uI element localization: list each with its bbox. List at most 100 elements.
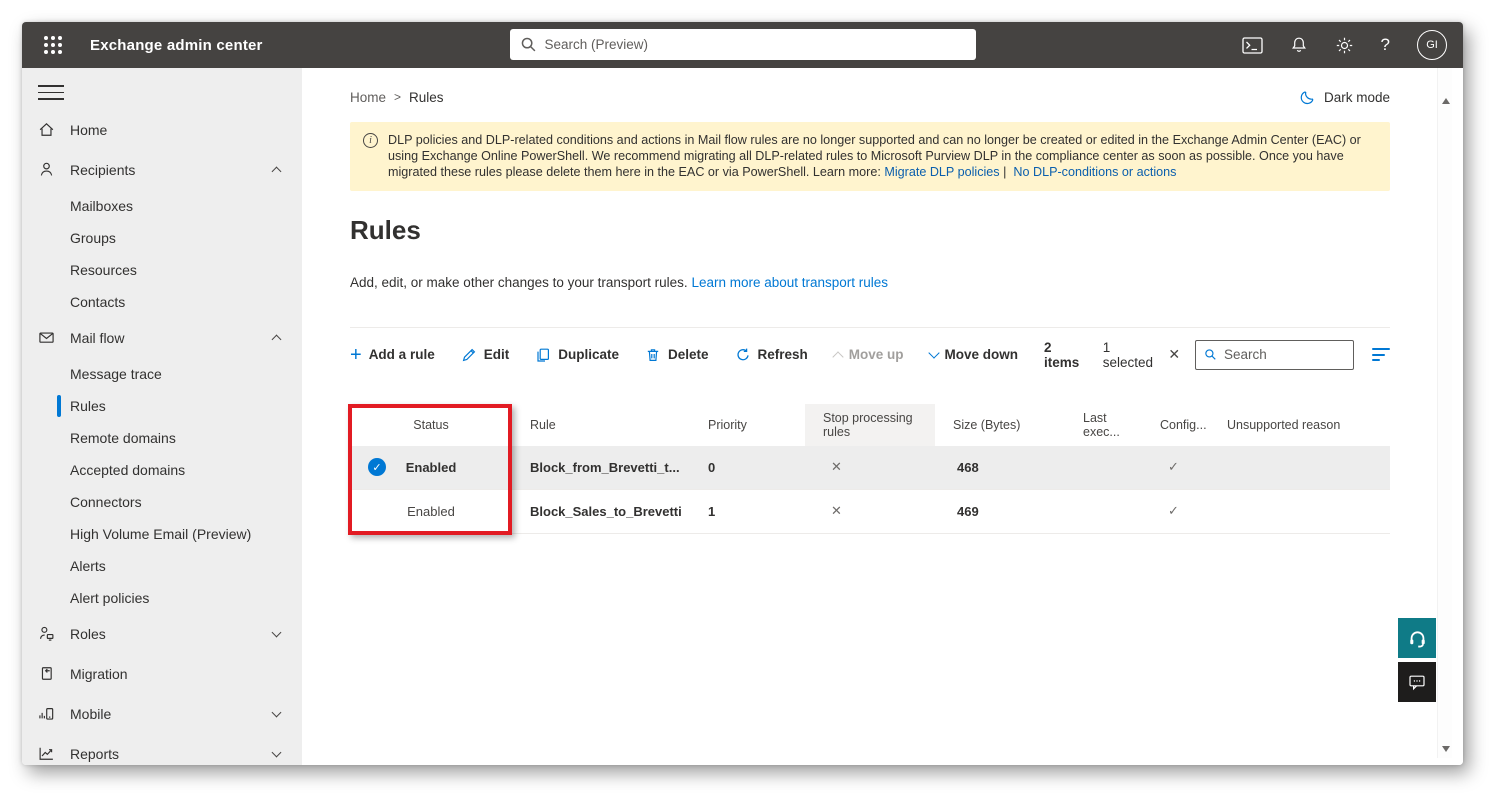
column-header-size[interactable]: Size (Bytes) (935, 418, 1065, 432)
column-header-rule[interactable]: Rule (512, 418, 690, 432)
global-search-input[interactable] (544, 37, 966, 52)
edit-pencil-icon (462, 348, 475, 361)
mobile-icon (39, 708, 54, 720)
edit-button[interactable]: Edit (461, 347, 509, 363)
rule-name[interactable]: Block_Sales_to_Brevetti (512, 504, 690, 519)
app-window: Exchange admin center ? GI Home (22, 22, 1463, 765)
scroll-down-arrow[interactable] (1441, 746, 1450, 752)
add-rule-button[interactable]: + Add a rule (350, 343, 435, 366)
dark-mode-toggle[interactable]: Dark mode (1299, 89, 1390, 106)
chevron-up-icon (832, 350, 844, 363)
topbar-actions: ? GI (1241, 30, 1447, 60)
sidebar-item-high-volume-email[interactable]: High Volume Email (Preview) (22, 518, 302, 550)
sidebar-item-alerts[interactable]: Alerts (22, 550, 302, 582)
cross-icon: ✕ (831, 503, 842, 519)
sidebar-item-mobile[interactable]: Mobile (22, 694, 302, 734)
global-search[interactable] (509, 29, 976, 60)
help-support-button[interactable] (1398, 618, 1436, 658)
priority-value: 1 (708, 503, 716, 519)
chevron-down-icon (271, 707, 282, 718)
sidebar-item-remote-domains[interactable]: Remote domains (22, 422, 302, 454)
info-icon: i (363, 133, 378, 148)
sidebar-item-migration[interactable]: Migration (22, 654, 302, 694)
chevron-down-icon (927, 346, 940, 359)
delete-button[interactable]: Delete (645, 347, 709, 363)
check-icon: ✓ (1168, 503, 1179, 519)
sidebar-item-connectors[interactable]: Connectors (22, 486, 302, 518)
duplicate-button[interactable]: Duplicate (535, 347, 619, 363)
sidebar-item-groups[interactable]: Groups (22, 222, 302, 254)
table-row[interactable]: Enabled Block_Sales_to_Brevetti 1 ✕ 469 … (350, 490, 1390, 534)
sidebar-item-message-trace[interactable]: Message trace (22, 358, 302, 390)
priority-value: 0 (708, 459, 716, 475)
sidebar-item-resources[interactable]: Resources (22, 254, 302, 286)
column-header-last-exec[interactable]: Last exec... (1065, 411, 1142, 439)
search-icon (1205, 349, 1216, 360)
sidebar-item-roles[interactable]: Roles (22, 614, 302, 654)
sidebar-item-reports[interactable]: Reports (22, 734, 302, 765)
table-header-row: Status Rule Priority Stop processing rul… (350, 403, 1390, 446)
chevron-up-icon (271, 166, 282, 177)
home-icon (39, 123, 54, 137)
rule-name[interactable]: Block_from_Brevetti_t... (512, 460, 690, 475)
headset-icon (1409, 630, 1425, 647)
sidebar-item-rules[interactable]: Rules (22, 390, 302, 422)
search-icon (521, 37, 535, 52)
sidebar-item-accepted-domains[interactable]: Accepted domains (22, 454, 302, 486)
sidebar-item-mailboxes[interactable]: Mailboxes (22, 190, 302, 222)
column-header-status[interactable]: Status (350, 418, 512, 432)
table-row[interactable]: ✓ Enabled Block_from_Brevetti_t... 0 ✕ 4… (350, 445, 1390, 490)
clear-selection-icon[interactable]: ✕ (1168, 346, 1180, 363)
migrate-dlp-policies-link[interactable]: Migrate DLP policies (884, 165, 999, 179)
powershell-icon[interactable] (1241, 36, 1263, 54)
duplicate-copy-icon (537, 348, 550, 362)
move-down-button[interactable]: Move down (927, 346, 1018, 362)
vertical-scrollbar[interactable] (1437, 68, 1452, 758)
settings-gear-icon[interactable] (1335, 36, 1354, 55)
notifications-bell-icon[interactable] (1290, 36, 1308, 54)
status-value: Enabled (407, 503, 455, 519)
sidebar-item-alert-policies[interactable]: Alert policies (22, 582, 302, 614)
hamburger-menu-icon[interactable] (38, 85, 64, 100)
table-search-input[interactable] (1223, 347, 1346, 363)
account-avatar[interactable]: GI (1417, 30, 1447, 60)
check-icon: ✓ (1168, 459, 1179, 475)
dlp-warning-banner: i DLP policies and DLP-related condition… (350, 122, 1390, 191)
column-header-stop-processing[interactable]: Stop processing rules (805, 403, 935, 446)
row-selected-check-icon[interactable]: ✓ (368, 458, 386, 477)
app-launcher-waffle-icon[interactable] (44, 36, 62, 54)
filter-icon[interactable] (1372, 348, 1391, 362)
column-header-config[interactable]: Config... (1142, 418, 1209, 432)
top-bar: Exchange admin center ? GI (22, 22, 1463, 68)
delete-trash-icon (647, 348, 659, 361)
items-count: 2 items (1044, 339, 1080, 370)
table-search[interactable] (1195, 339, 1355, 370)
move-up-button[interactable]: Move up (832, 347, 904, 363)
plus-icon: + (350, 343, 362, 366)
breadcrumb-separator: > (394, 90, 402, 104)
help-question-icon[interactable]: ? (1381, 35, 1390, 55)
refresh-icon (736, 348, 749, 360)
breadcrumb-home[interactable]: Home (350, 90, 386, 105)
column-header-unsupported-reason[interactable]: Unsupported reason (1209, 418, 1390, 432)
sidebar-item-home[interactable]: Home (22, 110, 302, 150)
feedback-comment-icon (1409, 675, 1425, 691)
rules-toolbar: + Add a rule Edit Duplicate Delete Refres… (350, 326, 1391, 370)
sidebar-item-contacts[interactable]: Contacts (22, 286, 302, 318)
reports-icon (39, 748, 53, 761)
refresh-button[interactable]: Refresh (735, 347, 808, 363)
app-title: Exchange admin center (90, 36, 263, 54)
size-bytes-value: 469 (957, 503, 979, 519)
column-header-priority[interactable]: Priority (690, 418, 805, 432)
sidebar-item-recipients[interactable]: Recipients (22, 150, 302, 190)
feedback-button[interactable] (1398, 662, 1436, 702)
sidebar-item-mail-flow[interactable]: Mail flow (22, 318, 302, 358)
scroll-up-arrow[interactable] (1441, 98, 1450, 104)
status-value: Enabled (405, 459, 457, 475)
size-bytes-value: 468 (957, 459, 979, 475)
sidebar-nav: Home Recipients Mailboxes Groups Resourc… (22, 68, 302, 765)
mail-icon (39, 332, 54, 344)
chevron-down-icon (271, 747, 282, 758)
learn-more-transport-rules-link[interactable]: Learn more about transport rules (691, 275, 888, 290)
no-dlp-conditions-link[interactable]: No DLP-conditions or actions (1013, 165, 1176, 179)
